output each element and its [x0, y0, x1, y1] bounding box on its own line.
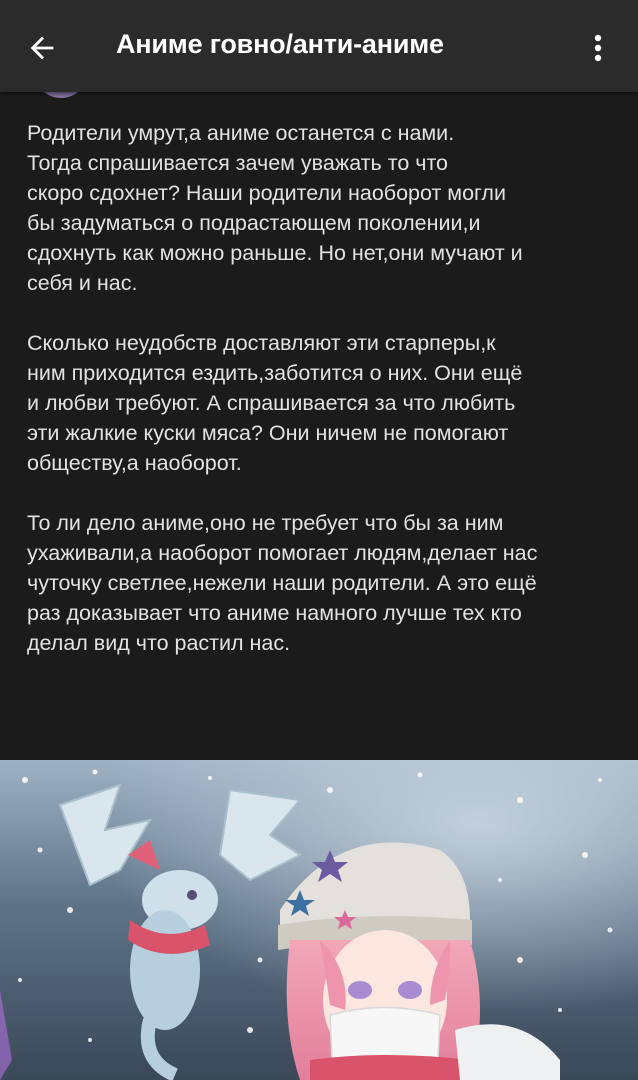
- post-paragraph: То ли дело аниме,оно не требует что бы з…: [27, 508, 617, 658]
- top-app-bar: Аниме говно/анти-аниме: [0, 0, 638, 92]
- text-line: ухаживали,а наоборот помогает людям,дела…: [27, 541, 538, 565]
- text-line: эти жалкие куски мяса? Они ничем не помо…: [27, 421, 509, 445]
- back-button[interactable]: [18, 24, 66, 72]
- post-image[interactable]: [0, 760, 638, 1080]
- arrow-left-icon: [30, 36, 54, 60]
- app-root: Аниме говно/анти-аниме Родители умрут,а …: [0, 0, 638, 1080]
- text-line: и любви требуют. А спрашивается за что л…: [27, 391, 516, 415]
- text-line: обществу,а наоборот.: [27, 451, 242, 475]
- text-line: То ли дело аниме,оно не требует что бы з…: [27, 511, 504, 535]
- more-vertical-icon: [594, 34, 602, 62]
- more-options-button[interactable]: [576, 24, 620, 72]
- text-line: сдохнуть как можно раньше. Но нет,они му…: [27, 241, 523, 265]
- text-line: Тогда спрашивается зачем уважать то что: [27, 151, 449, 175]
- text-line: Сколько неудобств доставляют эти старпер…: [27, 331, 496, 355]
- text-line: делал вид что растил нас.: [27, 631, 291, 655]
- text-line: себя и нас.: [27, 271, 138, 295]
- text-line: скоро сдохнет? Наши родители наоборот мо…: [27, 181, 506, 205]
- text-line: чуточку светлее,нежели наши родители. А …: [27, 571, 537, 595]
- page-title: Аниме говно/анти-аниме: [116, 29, 444, 59]
- post-paragraph: Родители умрут,а аниме останется с нами.…: [27, 118, 617, 298]
- anime-illustration: [0, 760, 638, 1080]
- post-paragraph: Сколько неудобств доставляют эти старпер…: [27, 328, 617, 478]
- text-line: бы задуматься о подрастающем поколении,и: [27, 211, 481, 235]
- text-line: Родители умрут,а аниме останется с нами.: [27, 121, 455, 145]
- text-line: ним приходится ездить,заботится о них. О…: [27, 361, 523, 385]
- post-body: Родители умрут,а аниме останется с нами.…: [27, 118, 617, 688]
- text-line: раз доказывает что аниме намного лучше т…: [27, 601, 522, 625]
